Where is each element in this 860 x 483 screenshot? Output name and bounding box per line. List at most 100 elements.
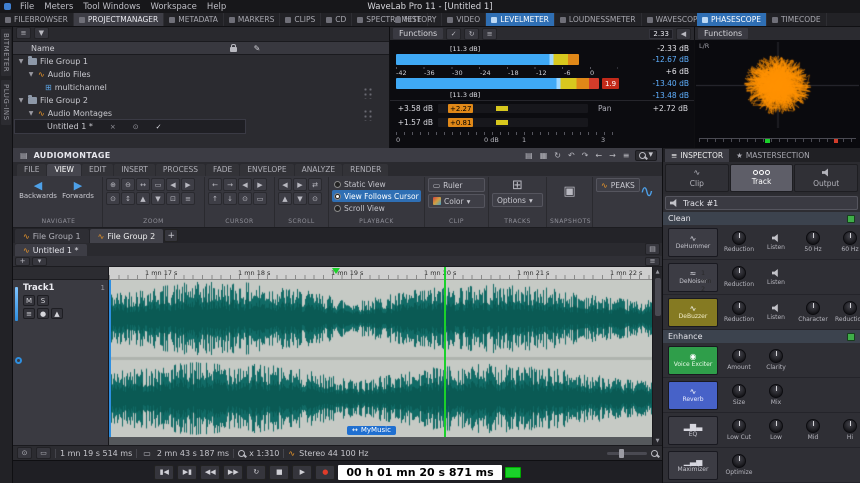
collapse-icon[interactable]: ◀	[676, 28, 691, 40]
section-enable-toggle[interactable]	[847, 215, 855, 223]
track-focus-icon[interactable]	[15, 357, 22, 364]
ribbon-tab-envelope[interactable]: ENVELOPE	[240, 164, 293, 176]
check-icon[interactable]: ✓	[446, 28, 461, 40]
param-listen[interactable]: Listen	[760, 304, 792, 321]
clip-indicator[interactable]: 1.9	[602, 78, 619, 89]
section-enhance[interactable]: Enhance	[663, 330, 860, 343]
mute-button[interactable]: M	[23, 295, 35, 306]
bitmeter-vertical-tab[interactable]: BITMETER	[1, 29, 11, 76]
selection-length-readout[interactable]: 2 mn 43 s 187 ms	[157, 449, 229, 458]
ribbon-tab-render[interactable]: RENDER	[343, 164, 388, 176]
go-start-button[interactable]: ▮◀	[154, 465, 174, 480]
tab-levelmeter[interactable]: LEVELMETER	[486, 13, 555, 26]
functions-menu[interactable]: Functions	[393, 28, 443, 39]
cursor-tool-icon[interactable]: ▭	[253, 192, 267, 205]
tree-item-untitled-1[interactable]: Untitled 1 * × ⊙ ✓	[15, 120, 245, 133]
freq-knob[interactable]	[806, 231, 820, 245]
titlebar-tool-icon[interactable]: ←	[593, 151, 604, 160]
param-low[interactable]: Low	[760, 419, 792, 441]
timeline-ruler[interactable]: 1 mn 17 s 1 mn 18 s 1 mn 19 s 1 mn 20 s …	[109, 267, 652, 280]
ribbon-tab-process[interactable]: PROCESS	[156, 164, 205, 176]
zoom-tool-icon[interactable]: ⊕	[106, 178, 120, 191]
param-reduction[interactable]: Reduction	[723, 231, 755, 253]
tab-filebrowser[interactable]: FILEBROWSER	[0, 13, 74, 26]
menu-file[interactable]: File	[15, 2, 39, 12]
param-optimize[interactable]: Optimize	[723, 454, 755, 476]
zoom-tool-icon[interactable]: ⊙	[106, 192, 120, 205]
project-column-header[interactable]: Name ✎	[13, 42, 389, 55]
param-mix[interactable]: Mix	[760, 384, 792, 406]
zoom-tool-icon[interactable]: ▲	[136, 192, 150, 205]
target-icon[interactable]: ⊙	[133, 123, 139, 131]
menu-meters[interactable]: Meters	[39, 2, 78, 12]
subtab-clip[interactable]: ∿Clip	[665, 164, 729, 192]
functions-menu[interactable]: Functions	[698, 28, 748, 39]
optimize-knob[interactable]	[732, 454, 746, 468]
color-dropdown[interactable]: Color▾	[428, 194, 485, 208]
voice-exciter-button[interactable]: ◉Voice Exciter	[668, 346, 718, 375]
forwards-button[interactable]: ▶Forwards	[58, 178, 98, 202]
scroll-tool-icon[interactable]: ▲	[278, 192, 292, 205]
drag-handle-dots[interactable]	[363, 109, 373, 121]
playback-cursor[interactable]	[444, 267, 446, 437]
size-knob[interactable]	[732, 384, 746, 398]
param-reduction[interactable]: Reduction	[723, 266, 755, 288]
cursor-time-readout[interactable]: 1 mn 19 s 514 ms	[60, 449, 132, 458]
add-track-button[interactable]: +	[15, 257, 30, 266]
cursor-tool-icon[interactable]: ⊙	[238, 192, 252, 205]
param-character[interactable]: Character	[797, 301, 829, 323]
param-listen[interactable]: Listen	[760, 234, 792, 251]
freq-knob[interactable]	[843, 231, 857, 245]
cursor-tool-icon[interactable]: ▶	[253, 178, 267, 191]
ruler-menu-icon[interactable]: ≡	[645, 257, 660, 266]
peaks-button[interactable]: ∿PEAKS	[596, 178, 640, 192]
tab-history[interactable]: HISTORY	[390, 13, 442, 26]
waveform-area[interactable]: 1 mn 17 s 1 mn 18 s 1 mn 19 s 1 mn 20 s …	[109, 267, 652, 445]
forward-button[interactable]: ▶▶	[223, 465, 243, 480]
twisty-icon[interactable]: ▼	[17, 58, 25, 65]
solo-button[interactable]: S	[37, 295, 49, 306]
tree-item-file-group-1[interactable]: ▼ File Group 1	[13, 55, 389, 68]
debuzzer-button[interactable]: ∿DeBuzzer	[668, 298, 718, 327]
param-size[interactable]: Size	[723, 384, 755, 406]
name-column-header[interactable]: Name	[13, 44, 221, 53]
monitor-icon[interactable]: ▲	[51, 308, 63, 319]
vertical-scrollbar[interactable]: ▲ ▼	[652, 267, 662, 445]
scroll-up-icon[interactable]: ▲	[653, 267, 662, 276]
lock-column-icon[interactable]	[230, 47, 237, 52]
amount-knob[interactable]	[732, 349, 746, 363]
ribbon-tab-edit[interactable]: EDIT	[82, 164, 113, 176]
zoom-tool-icon[interactable]: ◀	[166, 178, 180, 191]
section-clean[interactable]: Clean	[663, 212, 860, 225]
cursor-tool-icon[interactable]: ←	[208, 178, 222, 191]
titlebar-tool-icon[interactable]: ▤	[523, 151, 535, 160]
menu-workspace[interactable]: Workspace	[145, 2, 201, 12]
drag-handle-dots[interactable]	[363, 87, 373, 99]
zoom-slider[interactable]	[607, 452, 647, 455]
twisty-icon[interactable]: ▼	[27, 110, 35, 117]
param-reduction[interactable]: Reduction	[723, 301, 755, 323]
scroll-down-icon[interactable]: ▼	[653, 436, 662, 445]
param-amount[interactable]: Amount	[723, 349, 755, 371]
param-mid[interactable]: Mid	[797, 419, 829, 441]
titlebar-tool-icon[interactable]: →	[607, 151, 618, 160]
clip-start-edge[interactable]	[109, 280, 111, 437]
refresh-icon[interactable]: ↻	[464, 28, 479, 40]
status-selection-icon[interactable]: ▭	[36, 447, 51, 459]
record-button[interactable]: ●	[315, 465, 335, 480]
chevron-down-icon[interactable]: ▾	[32, 257, 47, 266]
cursor-tool-icon[interactable]: →	[223, 178, 237, 191]
titlebar-tool-icon[interactable]: ↶	[566, 151, 577, 160]
tab-inspector[interactable]: ≡INSPECTOR	[665, 149, 729, 162]
zoom-tool-icon[interactable]: ↔	[136, 178, 150, 191]
zoom-tool-icon[interactable]: ▼	[151, 192, 165, 205]
project-filter-icon[interactable]: ▼	[34, 27, 49, 39]
zoom-tool-icon[interactable]: ⊖	[121, 178, 135, 191]
ribbon-tab-view[interactable]: VIEW	[47, 164, 81, 176]
tab-projectmanager[interactable]: PROJECTMANAGER	[74, 13, 164, 26]
param-50hz[interactable]: 50 Hz	[797, 231, 829, 253]
param-60hz[interactable]: 60 Hz	[834, 231, 860, 253]
subtab-output[interactable]: Output	[794, 164, 858, 192]
hi-knob[interactable]	[843, 419, 857, 433]
clarity-knob[interactable]	[769, 349, 783, 363]
